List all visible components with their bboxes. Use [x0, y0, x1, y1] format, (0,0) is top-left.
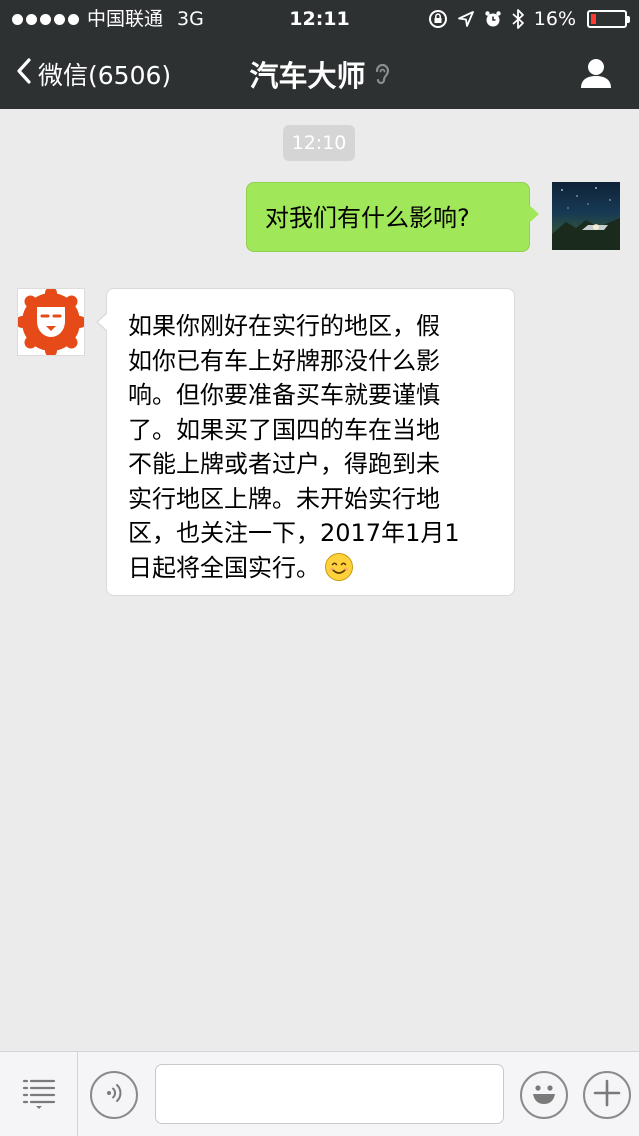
profile-button[interactable] — [577, 55, 615, 93]
profile-icon — [577, 59, 615, 97]
input-bar — [0, 1051, 639, 1136]
chat-screen: 中国联通 3G 12:11 16% 微信(6506) 汽车大师 12:10 对我… — [0, 0, 639, 1136]
rotation-lock-icon — [428, 9, 448, 29]
menu-list-icon — [21, 1075, 57, 1115]
battery-level-fill — [591, 14, 596, 24]
message-line: 不能上牌或者过户，得跑到未 — [128, 450, 440, 478]
alarm-icon — [484, 10, 502, 28]
outgoing-message-bubble[interactable]: 对我们有什么影响? — [246, 182, 539, 252]
message-line: 了。如果买了国四的车在当地 — [128, 415, 440, 444]
emoji-button[interactable] — [520, 1071, 568, 1119]
nav-bar: 微信(6506) 汽车大师 — [0, 38, 639, 109]
outgoing-message-text: 对我们有什么影响? — [265, 204, 470, 232]
bot-avatar[interactable] — [17, 288, 85, 356]
status-bar: 中国联通 3G 12:11 16% — [0, 0, 639, 38]
ear-icon — [374, 61, 390, 87]
plus-icon — [592, 1078, 622, 1112]
chat-title: 汽车大师 — [0, 38, 639, 109]
menu-button[interactable] — [0, 1052, 78, 1136]
voice-input-button[interactable] — [90, 1071, 138, 1119]
location-icon — [457, 10, 475, 28]
message-input[interactable] — [155, 1064, 504, 1124]
message-line: 响。但你要准备买车就要谨慎 — [128, 381, 440, 409]
message-line-text: 日起将全国实行。 — [128, 553, 320, 582]
message-line: 如果你刚好在实行的地区，假 — [128, 312, 440, 340]
message-line: 区，也关注一下，2017年1月1 — [128, 519, 460, 547]
message-line-last: 日起将全国实行。 — [128, 551, 496, 592]
chat-area[interactable]: 12:10 对我们有什么影响? 如果你刚好在实行的地区，假 如你已有车上好牌那没… — [0, 109, 639, 1051]
bluetooth-icon — [511, 8, 525, 30]
more-button[interactable] — [583, 1071, 631, 1119]
my-avatar[interactable] — [552, 182, 620, 250]
voice-icon — [101, 1080, 127, 1110]
battery-percent: 16% — [533, 8, 576, 30]
chat-title-text: 汽车大师 — [249, 58, 366, 93]
message-line: 如你已有车上好牌那没什么影 — [128, 346, 440, 375]
emoji-icon — [526, 1075, 562, 1115]
incoming-message-bubble[interactable]: 如果你刚好在实行的地区，假 如你已有车上好牌那没什么影 响。但你要准备买车就要谨… — [96, 288, 515, 596]
battery-icon — [587, 10, 630, 28]
message-timestamp: 12:10 — [283, 125, 355, 161]
message-line: 实行地区上牌。未开始实行地 — [128, 484, 440, 513]
smile-emoji-icon — [324, 552, 354, 592]
